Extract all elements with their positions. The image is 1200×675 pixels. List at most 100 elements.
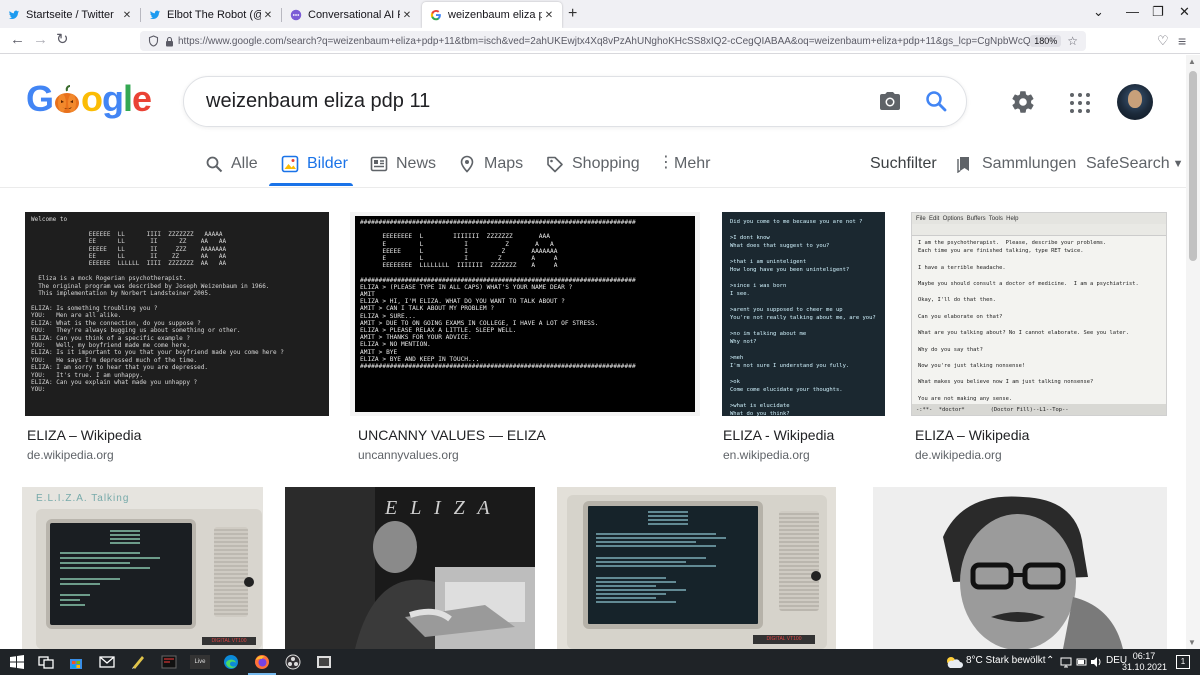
shield-icon[interactable]: [148, 35, 159, 47]
tab-label: Alle: [231, 155, 258, 172]
avatar[interactable]: [1117, 84, 1153, 120]
task-view-icon[interactable]: [38, 654, 54, 670]
tab-label: News: [396, 155, 437, 172]
close-tab-icon[interactable]: ✕: [400, 10, 414, 21]
tag-icon: [547, 156, 563, 173]
browser-tab[interactable]: Elbot The Robot (@elbottherob ✕: [141, 2, 281, 28]
result-source[interactable]: uncannyvalues.org: [358, 448, 459, 462]
terminal-icon[interactable]: [161, 654, 177, 670]
notification-center-icon[interactable]: 1: [1176, 655, 1190, 669]
live-app-icon[interactable]: Live: [190, 655, 210, 669]
scroll-down-icon[interactable]: ▼: [1188, 638, 1196, 647]
chevron-down-icon[interactable]: ⌄: [1093, 4, 1104, 20]
result-image[interactable]: E L I Z A: [285, 487, 535, 649]
result-title[interactable]: ELIZA – Wikipedia: [915, 427, 1029, 443]
result-source[interactable]: de.wikipedia.org: [915, 448, 1002, 462]
safesearch-button[interactable]: SafeSearch ▼: [1086, 155, 1184, 173]
close-tab-icon[interactable]: ✕: [542, 10, 556, 21]
result-image[interactable]: DIGITAL VT100: [557, 487, 836, 649]
result-image[interactable]: Welcome to EEEEEE LL IIII ZZZZZZZ AAAAA …: [25, 212, 329, 416]
tab-images[interactable]: Bilder: [281, 155, 348, 173]
result-image[interactable]: Did you come to me because you are not ?…: [722, 212, 885, 416]
pen-icon[interactable]: [130, 654, 146, 670]
reload-icon[interactable]: ↻: [56, 32, 69, 48]
tab-label: Shopping: [572, 155, 640, 172]
result-title[interactable]: UNCANNY VALUES — ELIZA: [358, 427, 546, 443]
camera-icon[interactable]: [878, 89, 902, 113]
menu-icon[interactable]: ≡: [1178, 33, 1186, 49]
search-filter-label: Suchfilter: [870, 155, 937, 172]
tab-title: Conversational AI Platform for: [308, 9, 400, 21]
network-icon[interactable]: [1060, 656, 1072, 668]
search-icon[interactable]: [924, 89, 948, 113]
tab-more[interactable]: ⋮ Mehr: [658, 155, 710, 173]
map-pin-icon: [460, 155, 474, 173]
windows-taskbar: Live 8°C Stark bewölkt ⌃ DEU 06:17 31.10…: [0, 649, 1200, 675]
mail-icon[interactable]: [99, 654, 115, 670]
close-tab-icon[interactable]: ✕: [120, 10, 134, 21]
bookmark-star-icon[interactable]: ☆: [1067, 34, 1078, 48]
battery-icon[interactable]: [1076, 656, 1088, 668]
weather-text[interactable]: 8°C Stark bewölkt: [966, 655, 1046, 666]
emacs-buffer: I am the psychotherapist. Please, descri…: [918, 240, 1139, 402]
tab-maps[interactable]: Maps: [458, 155, 523, 173]
lock-icon[interactable]: [165, 36, 174, 47]
minimize-icon[interactable]: —: [1126, 4, 1139, 19]
tab-all[interactable]: Alle: [205, 155, 258, 173]
result-image-terminal: ########################################…: [355, 216, 695, 412]
page-scrollbar[interactable]: ▲ ▼: [1186, 55, 1200, 649]
photos-icon[interactable]: [316, 654, 332, 670]
search-box[interactable]: weizenbaum eliza pdp 11: [183, 76, 967, 127]
edge-icon[interactable]: [223, 654, 239, 670]
firefox-icon[interactable]: [254, 654, 270, 670]
result-image[interactable]: File Edit Options Buffers Tools Help I a…: [911, 212, 1167, 416]
pocket-icon[interactable]: ♡: [1157, 33, 1169, 49]
terminal-screen: [583, 501, 763, 629]
windows-start-icon[interactable]: [10, 655, 24, 669]
forward-icon[interactable]: →: [33, 32, 48, 48]
active-tab-indicator: [269, 183, 353, 186]
store-icon[interactable]: [68, 654, 84, 670]
tab-news[interactable]: News: [370, 155, 436, 173]
result-source[interactable]: de.wikipedia.org: [27, 448, 114, 462]
settings-gear-icon[interactable]: [1010, 89, 1036, 115]
search-filter-button[interactable]: Suchfilter: [870, 155, 937, 173]
result-image[interactable]: ########################################…: [350, 212, 700, 416]
scrollbar-thumb[interactable]: [1189, 71, 1197, 261]
emacs-modeline: -:**- *doctor* (Doctor Fill)--L1--Top--: [912, 404, 1166, 415]
back-icon[interactable]: ←: [10, 32, 25, 48]
url-bar[interactable]: https://www.google.com/search?q=weizenba…: [140, 31, 1086, 51]
new-tab-icon[interactable]: +: [568, 5, 577, 23]
result-image[interactable]: E.L.I.Z.A. Talking DIGITAL VT100: [22, 487, 263, 649]
chevron-up-icon[interactable]: ⌃: [1046, 655, 1054, 666]
browser-tab[interactable]: Conversational AI Platform for ✕: [282, 2, 420, 28]
result-image[interactable]: [873, 487, 1167, 649]
search-input[interactable]: weizenbaum eliza pdp 11: [206, 90, 430, 113]
image-caption: E L I Z A: [385, 497, 494, 519]
restore-icon[interactable]: ❐: [1152, 4, 1164, 20]
weather-cloud-icon[interactable]: [945, 655, 963, 669]
tab-label: Bilder: [307, 155, 348, 172]
close-window-icon[interactable]: ✕: [1179, 4, 1190, 20]
speaker-icon[interactable]: [1090, 656, 1102, 668]
google-logo[interactable]: Gogle: [26, 78, 152, 120]
knob: [811, 571, 821, 581]
result-title[interactable]: ELIZA – Wikipedia: [27, 427, 141, 443]
brand-plate: DIGITAL VT100: [202, 637, 256, 645]
result-source[interactable]: en.wikipedia.org: [723, 448, 810, 462]
tab-shopping[interactable]: Shopping: [546, 155, 640, 173]
google-apps-icon[interactable]: [1070, 93, 1090, 113]
zoom-badge[interactable]: 180%: [1030, 35, 1062, 47]
result-title[interactable]: ELIZA - Wikipedia: [723, 427, 834, 443]
more-vert-icon: ⋮: [658, 154, 674, 171]
obs-icon[interactable]: [285, 654, 301, 670]
browser-tab[interactable]: Startseite / Twitter ✕: [0, 2, 140, 28]
chat-bubble-icon: [290, 9, 302, 21]
browser-navbar: ← → ↻ https://www.google.com/search?q=we…: [0, 28, 1200, 54]
browser-tab-active[interactable]: weizenbaum eliza pdp 11 – Goo ✕: [422, 2, 562, 28]
collections-button[interactable]: Sammlungen: [956, 155, 1076, 173]
clock[interactable]: 06:17 31.10.2021: [1122, 651, 1167, 673]
close-tab-icon[interactable]: ✕: [261, 10, 275, 21]
emacs-toolbar: [912, 224, 1166, 236]
scroll-up-icon[interactable]: ▲: [1188, 57, 1196, 66]
